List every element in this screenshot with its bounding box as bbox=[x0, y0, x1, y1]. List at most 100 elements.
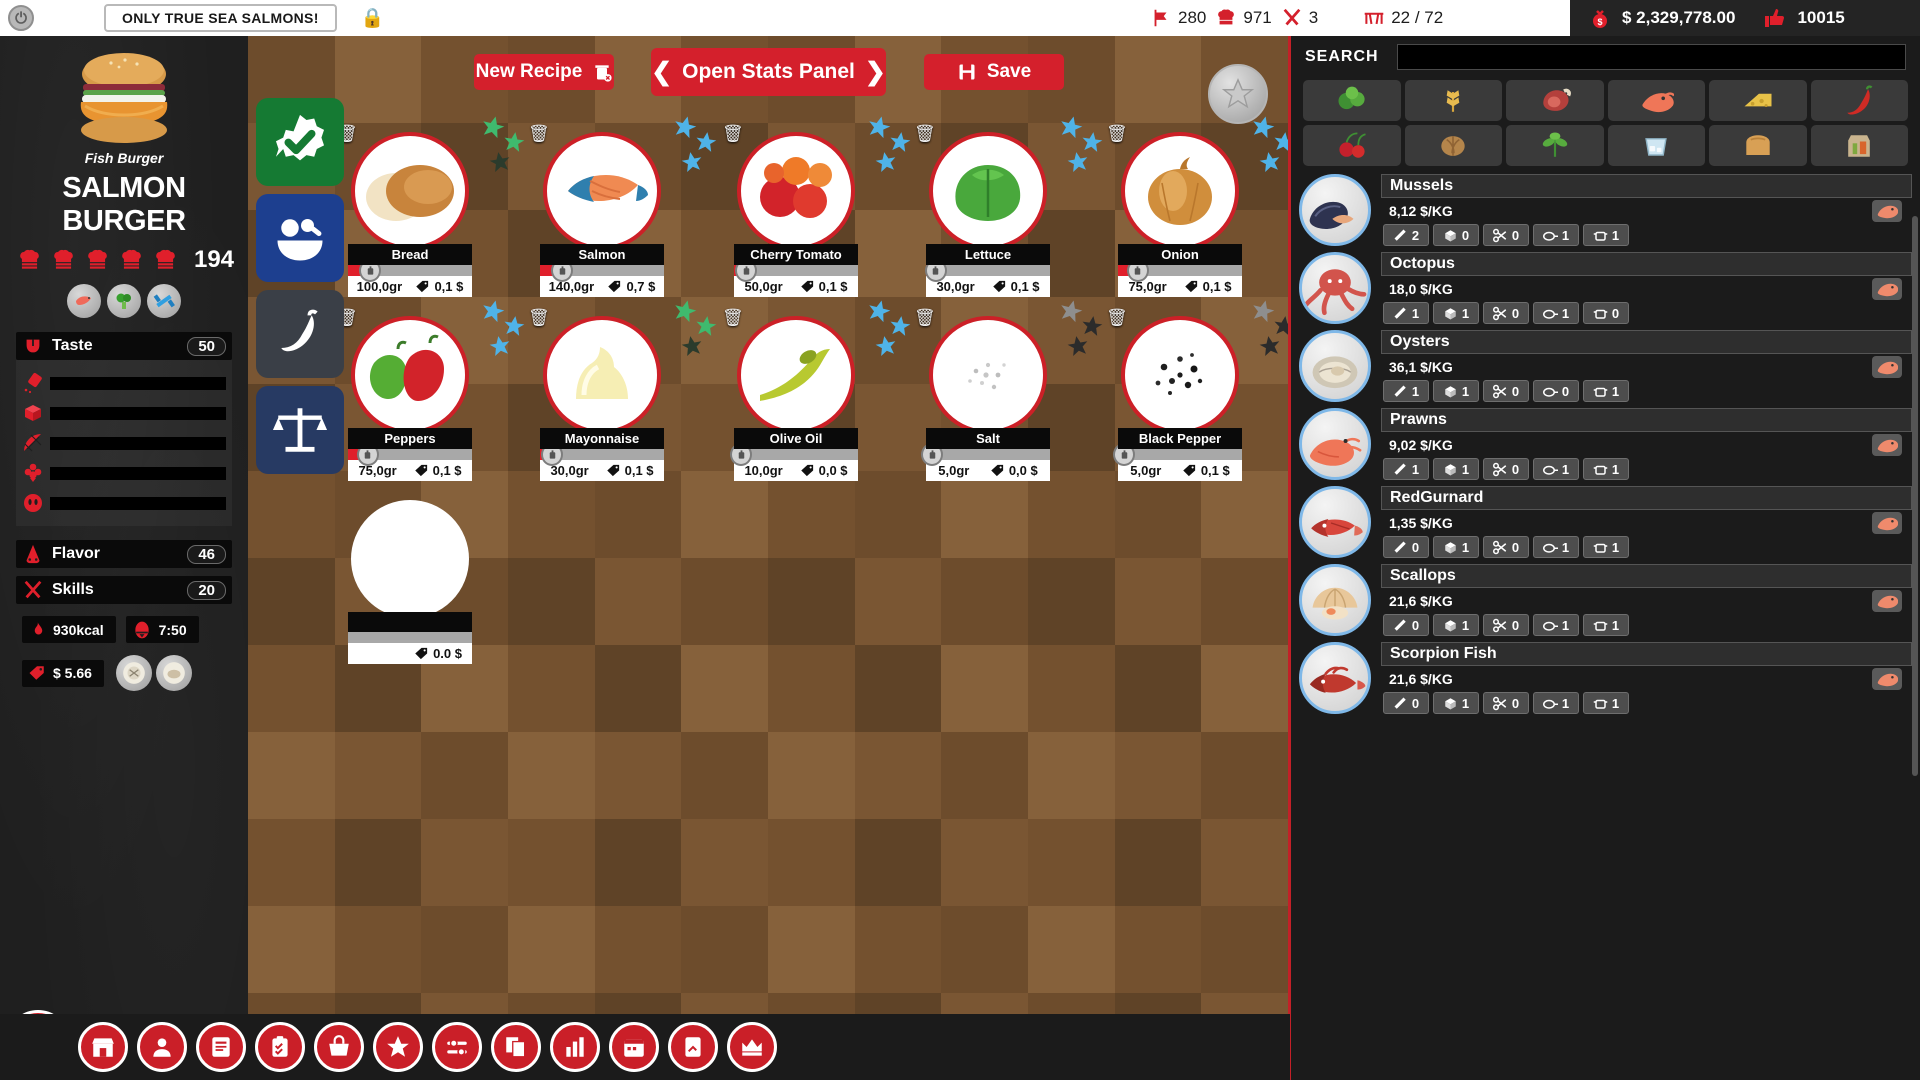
ingredient-card[interactable]: 🗑 Lettuce 30,0gr 0,1 $ bbox=[914, 116, 1103, 297]
ingredient-amount-slider[interactable] bbox=[1113, 443, 1242, 466]
filter-meat-filter-icon[interactable] bbox=[1506, 80, 1604, 121]
pan-icon bbox=[1542, 387, 1558, 397]
dish-title: SALMON BURGER bbox=[62, 172, 186, 237]
ingredient-name: Olive Oil bbox=[734, 428, 858, 449]
charts-button[interactable] bbox=[550, 1022, 600, 1072]
remove-ingredient-icon[interactable]: 🗑 bbox=[528, 308, 550, 328]
ingredient-amount-slider[interactable] bbox=[1118, 259, 1242, 282]
balance-mode-button[interactable] bbox=[256, 386, 344, 474]
top-bar-left: ⏻ ONLY TRUE SEA SALMONS! 🔒 bbox=[0, 4, 384, 32]
restaurant-button[interactable] bbox=[78, 1022, 128, 1072]
ingredient-amount-slider[interactable] bbox=[924, 259, 1050, 282]
ingredient-amount-slider[interactable] bbox=[540, 443, 664, 466]
ingredient-list-item[interactable]: Oysters 36,1 $/KG 1 1 0 0 1 bbox=[1299, 330, 1912, 402]
ingredient-stat-value: 0 bbox=[1411, 695, 1420, 711]
ingredient-card[interactable]: 🗑 Salmon 140,0gr 0,7 $ bbox=[528, 116, 717, 297]
ingredient-amount-slider[interactable] bbox=[348, 259, 472, 282]
ingredient-card[interactable]: 🗑 Olive Oil 10,0gr 0,0 $ bbox=[722, 300, 911, 481]
ingredient-stat-value: 0 bbox=[1511, 383, 1520, 399]
remove-ingredient-icon[interactable]: 🗑 bbox=[914, 124, 936, 144]
settings-button[interactable] bbox=[432, 1022, 482, 1072]
money-bag-icon: $ bbox=[1593, 10, 1607, 28]
remove-ingredient-icon[interactable]: 🗑 bbox=[722, 308, 744, 328]
dumbbell-icon[interactable] bbox=[147, 284, 181, 318]
ingredient-card[interactable]: 🗑 Black Pepper 5,0gr 0,1 $ bbox=[1106, 300, 1288, 481]
contract-button[interactable] bbox=[668, 1022, 718, 1072]
filter-cheese-filter-icon[interactable] bbox=[1709, 80, 1807, 121]
remove-ingredient-icon[interactable]: 🗑 bbox=[722, 124, 744, 144]
open-stats-panel-button[interactable]: ❮ Open Stats Panel ❯ bbox=[651, 48, 886, 96]
right-panel-scrollbar[interactable] bbox=[1912, 216, 1918, 776]
plate-icon-2[interactable] bbox=[155, 655, 192, 691]
ingredient-card[interactable]: 🗑 Salt 5,0gr 0,0 $ bbox=[914, 300, 1103, 481]
favorite-star-button[interactable] bbox=[1208, 64, 1268, 124]
search-input[interactable] bbox=[1397, 44, 1906, 70]
rating-star-icon bbox=[1259, 336, 1280, 356]
empty-ingredient-slot[interactable]: 0.0 $ bbox=[348, 500, 472, 664]
filter-seafood-filter-icon[interactable] bbox=[1607, 80, 1705, 121]
broccoli-icon[interactable] bbox=[107, 284, 141, 318]
orders-button[interactable] bbox=[491, 1022, 541, 1072]
empty-slot-slider[interactable] bbox=[348, 632, 472, 643]
plate-icon-1[interactable] bbox=[115, 655, 152, 691]
remove-ingredient-icon[interactable]: 🗑 bbox=[914, 308, 936, 328]
filter-fruit-filter-icon[interactable] bbox=[1303, 125, 1401, 166]
cheese-filter-icon bbox=[1744, 93, 1772, 107]
approve-mode-button[interactable] bbox=[256, 98, 344, 186]
ingredient-list-item[interactable]: Mussels 8,12 $/KG 2 0 0 1 1 bbox=[1299, 174, 1912, 246]
ingredient-list-item[interactable]: Scallops 21,6 $/KG 0 1 0 1 1 bbox=[1299, 564, 1912, 636]
ingredient-card[interactable]: 🗑 Cherry Tomato 50,0gr 0,1 $ bbox=[722, 116, 911, 297]
pan-icon bbox=[1542, 309, 1558, 319]
ingredient-amount-slider[interactable] bbox=[921, 443, 1050, 466]
filter-herbs-filter-icon[interactable] bbox=[1506, 125, 1604, 166]
ingredient-stat: 0 bbox=[1483, 692, 1529, 714]
remove-ingredient-icon[interactable]: 🗑 bbox=[1106, 124, 1128, 144]
ingredient-list-item[interactable]: Octopus 18,0 $/KG 1 1 0 1 0 bbox=[1299, 252, 1912, 324]
ingredient-list-item[interactable]: Scorpion Fish 21,6 $/KG 0 1 0 1 1 bbox=[1299, 642, 1912, 714]
filter-misc-filter-icon[interactable] bbox=[1810, 125, 1908, 166]
crown-person-icon bbox=[742, 1039, 762, 1056]
rating-button[interactable] bbox=[373, 1022, 423, 1072]
prawns-icon bbox=[1309, 437, 1362, 466]
ingredient-amount-slider[interactable] bbox=[730, 443, 858, 466]
filter-drinks-filter-icon[interactable] bbox=[1607, 125, 1705, 166]
filter-nuts-filter-icon[interactable] bbox=[1404, 125, 1502, 166]
ingredient-amount-slider[interactable] bbox=[540, 259, 664, 282]
stat-cutlery-value: 3 bbox=[1308, 8, 1319, 27]
ingredient-card[interactable]: 🗑 Mayonnaise 30,0gr 0,1 $ bbox=[528, 300, 717, 481]
vip-button[interactable] bbox=[727, 1022, 777, 1072]
recipe-name-field[interactable]: ONLY TRUE SEA SALMONS! bbox=[104, 4, 337, 32]
documents-icon bbox=[506, 1037, 526, 1058]
new-recipe-button[interactable]: New Recipe bbox=[474, 54, 614, 90]
calendar-button[interactable] bbox=[609, 1022, 659, 1072]
ingredient-card[interactable]: 🗑 Onion 75,0gr 0,1 $ bbox=[1106, 116, 1288, 297]
remove-ingredient-icon[interactable]: 🗑 bbox=[1106, 308, 1128, 328]
ingredient-list-item[interactable]: RedGurnard 1,35 $/KG 0 1 0 1 1 bbox=[1299, 486, 1912, 558]
staff-button[interactable] bbox=[137, 1022, 187, 1072]
market-button[interactable] bbox=[314, 1022, 364, 1072]
ingredient-amount-slider[interactable] bbox=[734, 259, 858, 282]
ingredient-card[interactable]: 🗑 Bread 100,0gr 0,1 $ bbox=[336, 116, 525, 297]
ingredient-list-item[interactable]: Prawns 9,02 $/KG 1 1 0 1 1 bbox=[1299, 408, 1912, 480]
lock-icon[interactable]: 🔒 bbox=[361, 6, 385, 30]
menu-button[interactable] bbox=[196, 1022, 246, 1072]
ingredients-mode-button[interactable] bbox=[256, 194, 344, 282]
save-button[interactable]: Save bbox=[924, 54, 1064, 90]
ingredient-card[interactable]: 🗑 Peppers 75,0gr 0,1 $ bbox=[336, 300, 525, 481]
rating-star-icon bbox=[489, 152, 510, 172]
filter-spice-filter-icon[interactable] bbox=[1810, 80, 1908, 121]
remove-ingredient-icon[interactable]: 🗑 bbox=[528, 124, 550, 144]
filter-vegetables-filter-icon[interactable] bbox=[1303, 80, 1401, 121]
spice-mode-button[interactable] bbox=[256, 290, 344, 378]
bottom-navigation-bar bbox=[0, 1014, 1290, 1080]
ingredient-stat-value: 1 bbox=[1611, 617, 1620, 633]
shrimp-icon[interactable] bbox=[67, 284, 101, 318]
filter-bread-filter-icon[interactable] bbox=[1709, 125, 1807, 166]
ingredient-price-line: 18,0 $/KG bbox=[1381, 276, 1912, 302]
filter-grain-filter-icon[interactable] bbox=[1404, 80, 1502, 121]
trash-icon bbox=[595, 65, 612, 82]
power-icon[interactable]: ⏻ bbox=[8, 5, 34, 31]
tasks-button[interactable] bbox=[255, 1022, 305, 1072]
top-bar: ⏻ ONLY TRUE SEA SALMONS! 🔒 280 971 3 22 … bbox=[0, 0, 1920, 36]
ingredient-amount-slider[interactable] bbox=[348, 443, 472, 466]
